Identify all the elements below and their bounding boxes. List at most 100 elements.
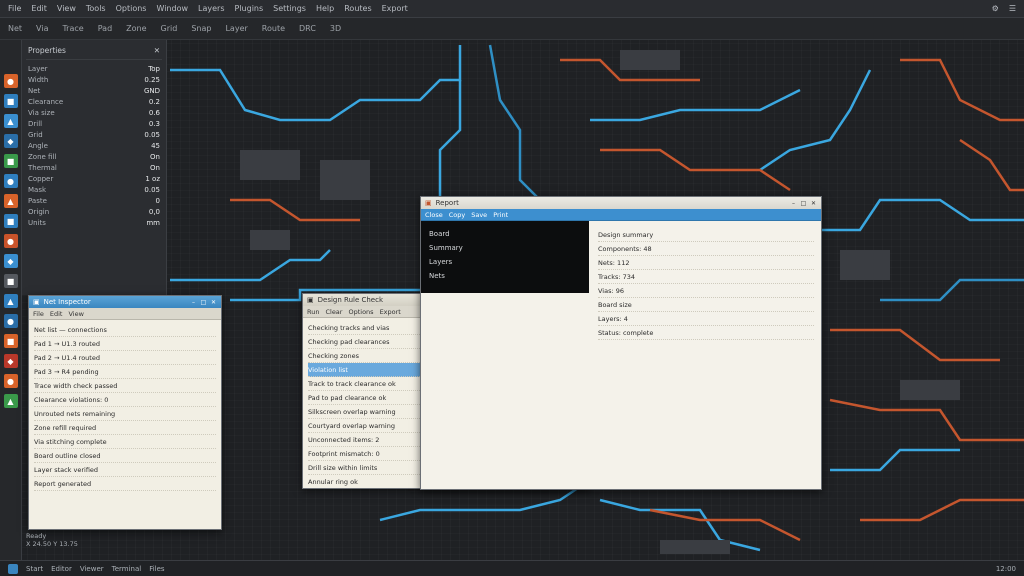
net-inspector-window[interactable]: ▣ Net Inspector – □ ✕ File Edit View Net l… xyxy=(28,295,222,530)
list-item[interactable]: Clearance violations: 0 xyxy=(34,393,216,407)
toolbar-button[interactable]: Trace xyxy=(62,24,83,33)
toolbar-button[interactable]: Grid xyxy=(161,24,178,33)
app-icon-orange[interactable]: ■ xyxy=(3,334,18,348)
list-item[interactable]: Layer stack verified xyxy=(34,463,216,477)
list-item[interactable]: Nets: 112 xyxy=(598,256,814,270)
menu-icon[interactable]: ☰ xyxy=(1009,4,1016,13)
property-row[interactable]: Origin 0,0 xyxy=(26,206,162,217)
app-icon-blue[interactable]: ◆ xyxy=(3,254,18,268)
property-row[interactable]: Width 0.25 xyxy=(26,74,162,85)
maximize-icon[interactable]: □ xyxy=(200,299,207,306)
app-icon-gray[interactable]: ■ xyxy=(3,274,18,288)
taskbar-item[interactable]: Files xyxy=(149,565,164,573)
app-icon-blue[interactable]: ◆ xyxy=(3,134,18,148)
menu-item[interactable]: Routes xyxy=(344,4,371,13)
property-row[interactable]: Via size 0.6 xyxy=(26,107,162,118)
property-row[interactable]: Copper 1 oz xyxy=(26,173,162,184)
list-item[interactable]: Via stitching complete xyxy=(34,435,216,449)
menu-item[interactable]: Export xyxy=(382,4,408,13)
property-value[interactable]: Top xyxy=(148,65,160,73)
property-value[interactable]: 1 oz xyxy=(145,175,160,183)
toolbar-menu-item[interactable]: Print xyxy=(493,211,508,219)
panel-close-icon[interactable]: ✕ xyxy=(154,46,160,55)
list-item[interactable]: Report generated xyxy=(34,477,216,491)
app-icon-blue[interactable]: ● xyxy=(3,314,18,328)
property-row[interactable]: Paste 0 xyxy=(26,195,162,206)
menu-item[interactable]: Tools xyxy=(86,4,106,13)
toolbar-button[interactable]: DRC xyxy=(299,24,316,33)
taskbar-item[interactable]: Viewer xyxy=(80,565,104,573)
menu-item[interactable]: Edit xyxy=(31,4,47,13)
property-value[interactable]: On xyxy=(150,164,160,172)
property-value[interactable]: On xyxy=(150,153,160,161)
list-item[interactable]: Board size xyxy=(598,298,814,312)
list-item[interactable]: Components: 48 xyxy=(598,242,814,256)
app-icon-blue[interactable]: ■ xyxy=(3,94,18,108)
menu-item[interactable]: View xyxy=(57,4,76,13)
toolbar-button[interactable]: Pad xyxy=(98,24,112,33)
menu-item[interactable]: Layers xyxy=(198,4,224,13)
property-value[interactable]: 0.25 xyxy=(144,76,160,84)
toolbar-menu-item[interactable]: Options xyxy=(348,308,373,316)
list-item[interactable]: Design summary xyxy=(598,228,814,242)
property-row[interactable]: Layer Top xyxy=(26,63,162,74)
app-icon-red[interactable]: ◆ xyxy=(3,354,18,368)
property-value[interactable]: 0.6 xyxy=(149,109,160,117)
list-item[interactable]: Status: complete xyxy=(598,326,814,340)
toolbar-button[interactable]: Net xyxy=(8,24,22,33)
property-row[interactable]: Units mm xyxy=(26,217,162,228)
toolbar-menu-item[interactable]: Copy xyxy=(449,211,466,219)
app-icon-orange[interactable]: ● xyxy=(3,234,18,248)
toolbar-menu-item[interactable]: Save xyxy=(471,211,487,219)
app-icon-orange[interactable]: ▲ xyxy=(3,194,18,208)
toolbar-button[interactable]: Zone xyxy=(126,24,146,33)
window-titlebar[interactable]: ▣ Net Inspector – □ ✕ xyxy=(29,296,221,308)
minimize-icon[interactable]: – xyxy=(790,200,797,207)
window-titlebar[interactable]: ▣ Report – □ ✕ xyxy=(421,197,821,209)
property-row[interactable]: Thermal On xyxy=(26,162,162,173)
app-icon-green[interactable]: ■ xyxy=(3,154,18,168)
close-icon[interactable]: ✕ xyxy=(810,200,817,207)
list-item[interactable]: Trace width check passed xyxy=(34,379,216,393)
toolbar-button[interactable]: Route xyxy=(262,24,285,33)
list-item[interactable]: Board outline closed xyxy=(34,449,216,463)
property-value[interactable]: 45 xyxy=(151,142,160,150)
app-icon-orange[interactable]: ● xyxy=(3,374,18,388)
maximize-icon[interactable]: □ xyxy=(800,200,807,207)
property-value[interactable]: GND xyxy=(144,87,160,95)
property-value[interactable]: 0 xyxy=(156,197,160,205)
menu-item[interactable]: File xyxy=(8,4,21,13)
taskbar-item[interactable]: Start xyxy=(26,565,43,573)
property-value[interactable]: mm xyxy=(146,219,160,227)
app-icon-blue[interactable]: ■ xyxy=(3,214,18,228)
menu-item[interactable]: Settings xyxy=(273,4,306,13)
list-item[interactable]: Pad 1 → U1.3 routed xyxy=(34,337,216,351)
property-row[interactable]: Angle 45 xyxy=(26,140,162,151)
property-value[interactable]: 0,0 xyxy=(149,208,160,216)
toolbar-button[interactable]: Via xyxy=(36,24,48,33)
property-row[interactable]: Drill 0.3 xyxy=(26,118,162,129)
start-icon[interactable] xyxy=(8,563,18,574)
toolbar-menu-item[interactable]: Clear xyxy=(325,308,342,316)
close-icon[interactable]: ✕ xyxy=(210,299,217,306)
toolbar-menu-item[interactable]: Edit xyxy=(50,310,63,318)
list-item[interactable]: Zone refill required xyxy=(34,421,216,435)
toolbar-menu-item[interactable]: Run xyxy=(307,308,319,316)
property-row[interactable]: Zone fill On xyxy=(26,151,162,162)
property-row[interactable]: Mask 0.05 xyxy=(26,184,162,195)
property-value[interactable]: 0.05 xyxy=(144,186,160,194)
app-icon-blue[interactable]: ▲ xyxy=(3,114,18,128)
list-item[interactable]: Pad 2 → U1.4 routed xyxy=(34,351,216,365)
app-icon-blue[interactable]: ● xyxy=(3,174,18,188)
toolbar-button[interactable]: Snap xyxy=(191,24,211,33)
taskbar-item[interactable]: Editor xyxy=(51,565,72,573)
menu-item[interactable]: Help xyxy=(316,4,334,13)
property-value[interactable]: 0.2 xyxy=(149,98,160,106)
toolbar-menu-item[interactable]: File xyxy=(33,310,44,318)
toolbar-menu-item[interactable]: View xyxy=(68,310,83,318)
property-row[interactable]: Net GND xyxy=(26,85,162,96)
settings-icon[interactable]: ⚙ xyxy=(992,4,999,13)
minimize-icon[interactable]: – xyxy=(190,299,197,306)
list-item[interactable]: Layers: 4 xyxy=(598,312,814,326)
list-item[interactable]: Unrouted nets remaining xyxy=(34,407,216,421)
